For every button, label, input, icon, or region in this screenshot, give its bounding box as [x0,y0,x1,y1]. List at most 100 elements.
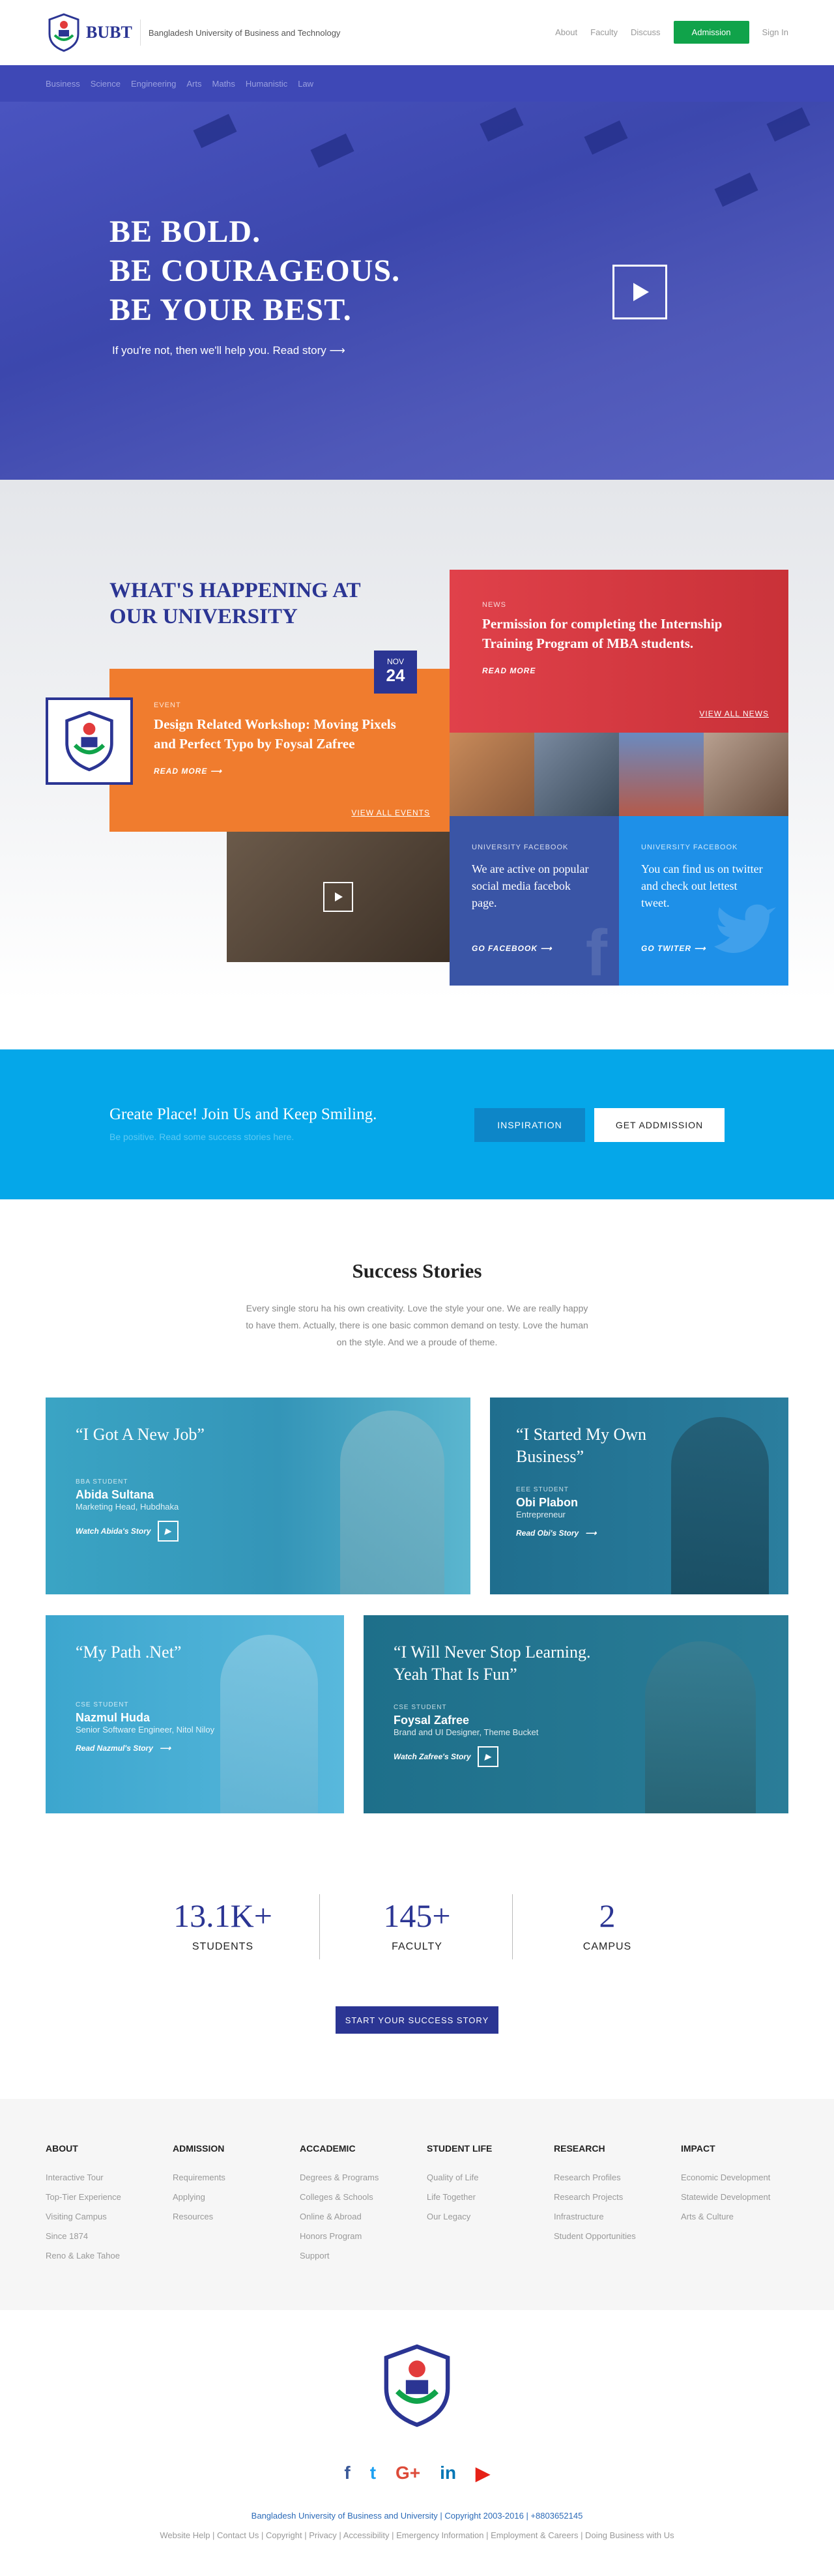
footer-col-research: RESEARCH Research Profiles Research Proj… [554,2143,671,2246]
subnav-science[interactable]: Science [91,79,121,89]
play-icon [335,892,343,901]
graduation-cap-image [766,107,811,142]
footer-link[interactable]: Reno & Lake Tahoe [46,2246,163,2266]
linkedin-icon[interactable]: in [440,2463,456,2484]
google-plus-icon[interactable]: G+ [395,2463,420,2484]
sign-in-link[interactable]: Sign In [762,27,788,37]
footer-col-title: STUDENT LIFE [427,2143,493,2154]
facebook-icon[interactable]: f [344,2463,350,2484]
footer-link[interactable]: Research Projects [554,2188,671,2207]
facebook-watermark-icon: f [585,916,607,989]
subnav-engineering[interactable]: Engineering [131,79,176,89]
story-card-obi[interactable]: “I Started My Own Business” EEE STUDENT … [490,1398,788,1594]
logo[interactable]: BUBT Bangladesh University of Business a… [46,12,340,53]
stat-label: CAMPUS [582,1941,632,1952]
stat-faculty: 145+ FACULTY [345,1897,489,1953]
subnav-business[interactable]: Business [46,79,80,89]
arrow-right-icon: ⟶ [329,344,345,357]
footer-link[interactable]: Economic Development [681,2168,798,2188]
news-read-more-link[interactable]: READ MORE [482,666,756,675]
portrait-image [340,1411,444,1594]
stat-students: 13.1K+ STUDENTS [151,1897,295,1953]
story-name: Obi Plabon [516,1496,579,1509]
students-photo [704,733,788,816]
hero-link-text: If you're not, then we'll help you. Read… [112,344,326,357]
view-all-news-link[interactable]: VIEW ALL NEWS [699,709,769,718]
footer-link[interactable]: Student Opportunities [554,2227,671,2246]
success-stories-title: Success Stories [352,1259,482,1282]
top-nav: About Faculty Discuss Admission Sign In [555,21,788,44]
story-watch-link[interactable]: Watch Abida's Story ▶ [76,1521,205,1542]
footer-link[interactable]: Degrees & Programs [300,2168,417,2188]
footer-link[interactable]: Quality of Life [427,2168,544,2188]
nav-discuss[interactable]: Discuss [631,27,661,37]
nav-faculty[interactable]: Faculty [590,27,618,37]
start-success-story-button[interactable]: START YOUR SUCCESS STORY [336,2006,498,2034]
hero-line-1: BE BOLD. [109,214,261,249]
subnav-arts[interactable]: Arts [186,79,201,89]
footer-link[interactable]: Statewide Development [681,2188,798,2207]
footer-link[interactable]: Infrastructure [554,2207,671,2227]
facebook-card[interactable]: UNIVERSITY FACEBOOK We are active on pop… [450,816,619,986]
hero-play-button[interactable] [612,265,667,319]
success-stories-description: Every single storu ha his own creativity… [246,1303,588,1347]
story-card-foysal[interactable]: “I Will Never Stop Learning. Yeah That I… [364,1615,788,1813]
news-card[interactable]: NEWS Permission for completing the Inter… [450,570,788,733]
join-us-banner: Greate Place! Join Us and Keep Smiling. … [0,1049,834,1199]
footer-link[interactable]: Visiting Campus [46,2207,163,2227]
story-read-link[interactable]: Read Nazmul's Story ⟶ [76,1744,258,1753]
twitter-icon[interactable]: t [370,2463,376,2484]
video-play-button[interactable] [323,882,353,912]
view-all-events-link[interactable]: VIEW ALL EVENTS [351,808,430,817]
subnav-law[interactable]: Law [298,79,313,89]
story-card-nazmul[interactable]: “My Path .Net” CSE STUDENT Nazmul Huda S… [46,1615,344,1813]
subnav-humanistic[interactable]: Humanistic [246,79,287,89]
campus-video-thumbnail[interactable] [227,832,450,962]
subnav-maths[interactable]: Maths [212,79,235,89]
footer-link[interactable]: Applying [173,2188,290,2207]
go-facebook-link[interactable]: GO FACEBOOK ⟶ [472,944,597,953]
event-read-more-link[interactable]: READ MORE ⟶ [154,767,417,776]
hero-headline: BE BOLD. BE COURAGEOUS. BE YOUR BEST. [109,212,400,330]
photo-strip [450,733,788,816]
go-twitter-text: GO TWITER [641,944,691,953]
story-read-text: Read Nazmul's Story [76,1744,153,1753]
footer-link[interactable]: Requirements [173,2168,290,2188]
story-read-link[interactable]: Read Obi's Story ⟶ [516,1529,646,1538]
footer-link[interactable]: Arts & Culture [681,2207,798,2227]
hero-read-story-link[interactable]: If you're not, then we'll help you. Read… [112,344,345,357]
footer-link[interactable]: Life Together [427,2188,544,2207]
footer-link[interactable]: Resources [173,2207,290,2227]
story-watch-link[interactable]: Watch Zafree's Story ▶ [394,1746,628,1767]
section-title-line-1: WHAT'S HAPPENING AT [109,579,361,602]
event-month: NOV [386,657,404,666]
nav-about[interactable]: About [555,27,577,37]
legal-links[interactable]: Website Help | Contact Us | Copyright | … [0,2530,834,2540]
arrow-right-icon: ⟶ [210,767,222,776]
twitter-card[interactable]: UNIVERSITY FACEBOOK You can find us on t… [619,816,788,986]
footer-link[interactable]: Support [300,2246,417,2266]
social-links: f t G+ in ▶ [0,2463,834,2484]
footer-link[interactable]: Top-Tier Experience [46,2188,163,2207]
footer-col-title: ACCADEMIC [300,2143,356,2154]
faculty-subnav: Business Science Engineering Arts Maths … [0,65,834,102]
stat-divider [512,1894,513,1959]
graduation-cap-image [193,113,237,149]
footer-link[interactable]: Since 1874 [46,2227,163,2246]
footer-link[interactable]: Colleges & Schools [300,2188,417,2207]
graduation-cap-image [310,133,354,168]
footer-link[interactable]: Our Legacy [427,2207,544,2227]
event-headline: Design Related Workshop: Moving Pixels a… [154,716,396,752]
footer-link[interactable]: Online & Abroad [300,2207,417,2227]
footer-link[interactable]: Interactive Tour [46,2168,163,2188]
stat-value: 145+ [383,1897,451,1934]
event-card[interactable]: NOV 24 EVENT Design Related Workshop: Mo… [109,651,450,832]
inspiration-button[interactable]: INSPIRATION [474,1108,585,1142]
footer-col-academic: ACCADEMIC Degrees & Programs Colleges & … [300,2143,417,2266]
get-admission-button[interactable]: GET ADDMISSION [594,1108,725,1142]
youtube-icon[interactable]: ▶ [476,2463,490,2484]
story-card-abida[interactable]: “I Got A New Job” BBA STUDENT Abida Sult… [46,1398,470,1594]
admission-button[interactable]: Admission [673,21,749,44]
footer-link[interactable]: Honors Program [300,2227,417,2246]
footer-link[interactable]: Research Profiles [554,2168,671,2188]
